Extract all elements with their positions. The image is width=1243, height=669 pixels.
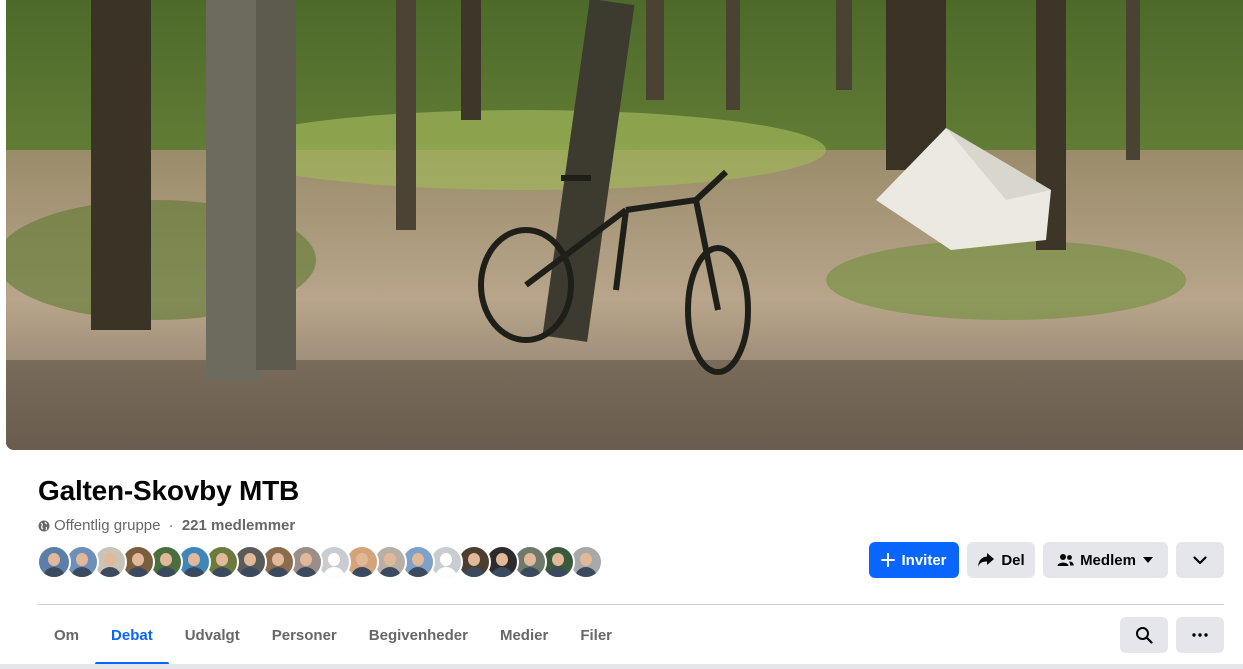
avatar-body [127, 567, 149, 577]
avatar-face [580, 553, 592, 566]
avatar-face [48, 553, 60, 566]
avatar-face [300, 553, 312, 566]
cover-photo[interactable] [6, 0, 1243, 450]
avatar-face [132, 553, 144, 566]
avatar-body [519, 567, 541, 577]
avatar-face [524, 553, 536, 566]
avatar-body [463, 567, 485, 577]
invite-label: Inviter [901, 551, 947, 569]
avatar-body [407, 567, 429, 577]
members-count[interactable]: 221 medlemmer [182, 517, 295, 534]
group-name[interactable]: Galten-Skovby MTB [38, 475, 299, 507]
avatar-body [239, 567, 261, 577]
avatar-body [43, 567, 65, 577]
collapse-button[interactable] [1176, 542, 1224, 578]
avatar-body [295, 567, 317, 577]
avatar-body [267, 567, 289, 577]
tab-debat[interactable]: Debat [95, 605, 169, 665]
avatar-face [104, 553, 116, 566]
search-icon [1136, 627, 1153, 644]
share-label: Del [1001, 551, 1025, 569]
avatar-face [76, 553, 88, 566]
avatar-face [272, 553, 284, 566]
avatar-body [183, 567, 205, 577]
tab-personer[interactable]: Personer [256, 605, 353, 665]
avatar-face [328, 553, 340, 566]
plus-icon [881, 553, 896, 567]
tab-om[interactable]: Om [38, 605, 95, 665]
avatar-face [440, 553, 452, 566]
avatar-body [155, 567, 177, 577]
avatar-body [491, 567, 513, 577]
avatar-body [323, 567, 345, 577]
tab-filer[interactable]: Filer [564, 605, 628, 665]
member-status-button[interactable]: Medlem [1043, 542, 1168, 578]
avatar-face [496, 553, 508, 566]
avatar-body [71, 567, 93, 577]
share-arrow-icon [978, 553, 995, 567]
avatar-body [379, 567, 401, 577]
invite-button[interactable]: Inviter [869, 542, 959, 578]
more-options-button[interactable] [1176, 617, 1224, 653]
avatar-body [99, 567, 121, 577]
tab-medier[interactable]: Medier [484, 605, 564, 665]
member-avatar[interactable] [37, 545, 71, 579]
member-label: Medlem [1080, 551, 1136, 569]
more-dots-icon [1192, 633, 1208, 637]
group-meta: Offentlig gruppe · 221 medlemmer [38, 517, 295, 534]
tab-begivenheder[interactable]: Begivenheder [353, 605, 484, 665]
avatar-face [244, 553, 256, 566]
avatar-face [384, 553, 396, 566]
avatar-face [216, 553, 228, 566]
caret-down-icon [1142, 557, 1153, 563]
tab-udvalgt[interactable]: Udvalgt [169, 605, 256, 665]
privacy-label[interactable]: Offentlig gruppe [54, 517, 160, 534]
chevron-down-icon [1193, 555, 1207, 564]
people-icon [1057, 554, 1074, 566]
group-tabs: Om Debat Udvalgt Personer Begivenheder Medier… [38, 605, 628, 665]
avatar-body [435, 567, 457, 577]
avatar-body [575, 567, 597, 577]
search-button[interactable] [1120, 617, 1168, 653]
avatar-face [356, 553, 368, 566]
member-avatars [37, 545, 603, 579]
avatar-face [552, 553, 564, 566]
meta-separator: · [164, 517, 178, 534]
avatar-face [160, 553, 172, 566]
avatar-body [547, 567, 569, 577]
avatar-body [351, 567, 373, 577]
globe-icon [38, 520, 50, 531]
share-button[interactable]: Del [967, 542, 1035, 578]
forest-scene-image [6, 0, 1243, 450]
avatar-face [412, 553, 424, 566]
avatar-body [211, 567, 233, 577]
avatar-face [188, 553, 200, 566]
page-bottom-strip [0, 664, 1243, 669]
avatar-face [468, 553, 480, 566]
